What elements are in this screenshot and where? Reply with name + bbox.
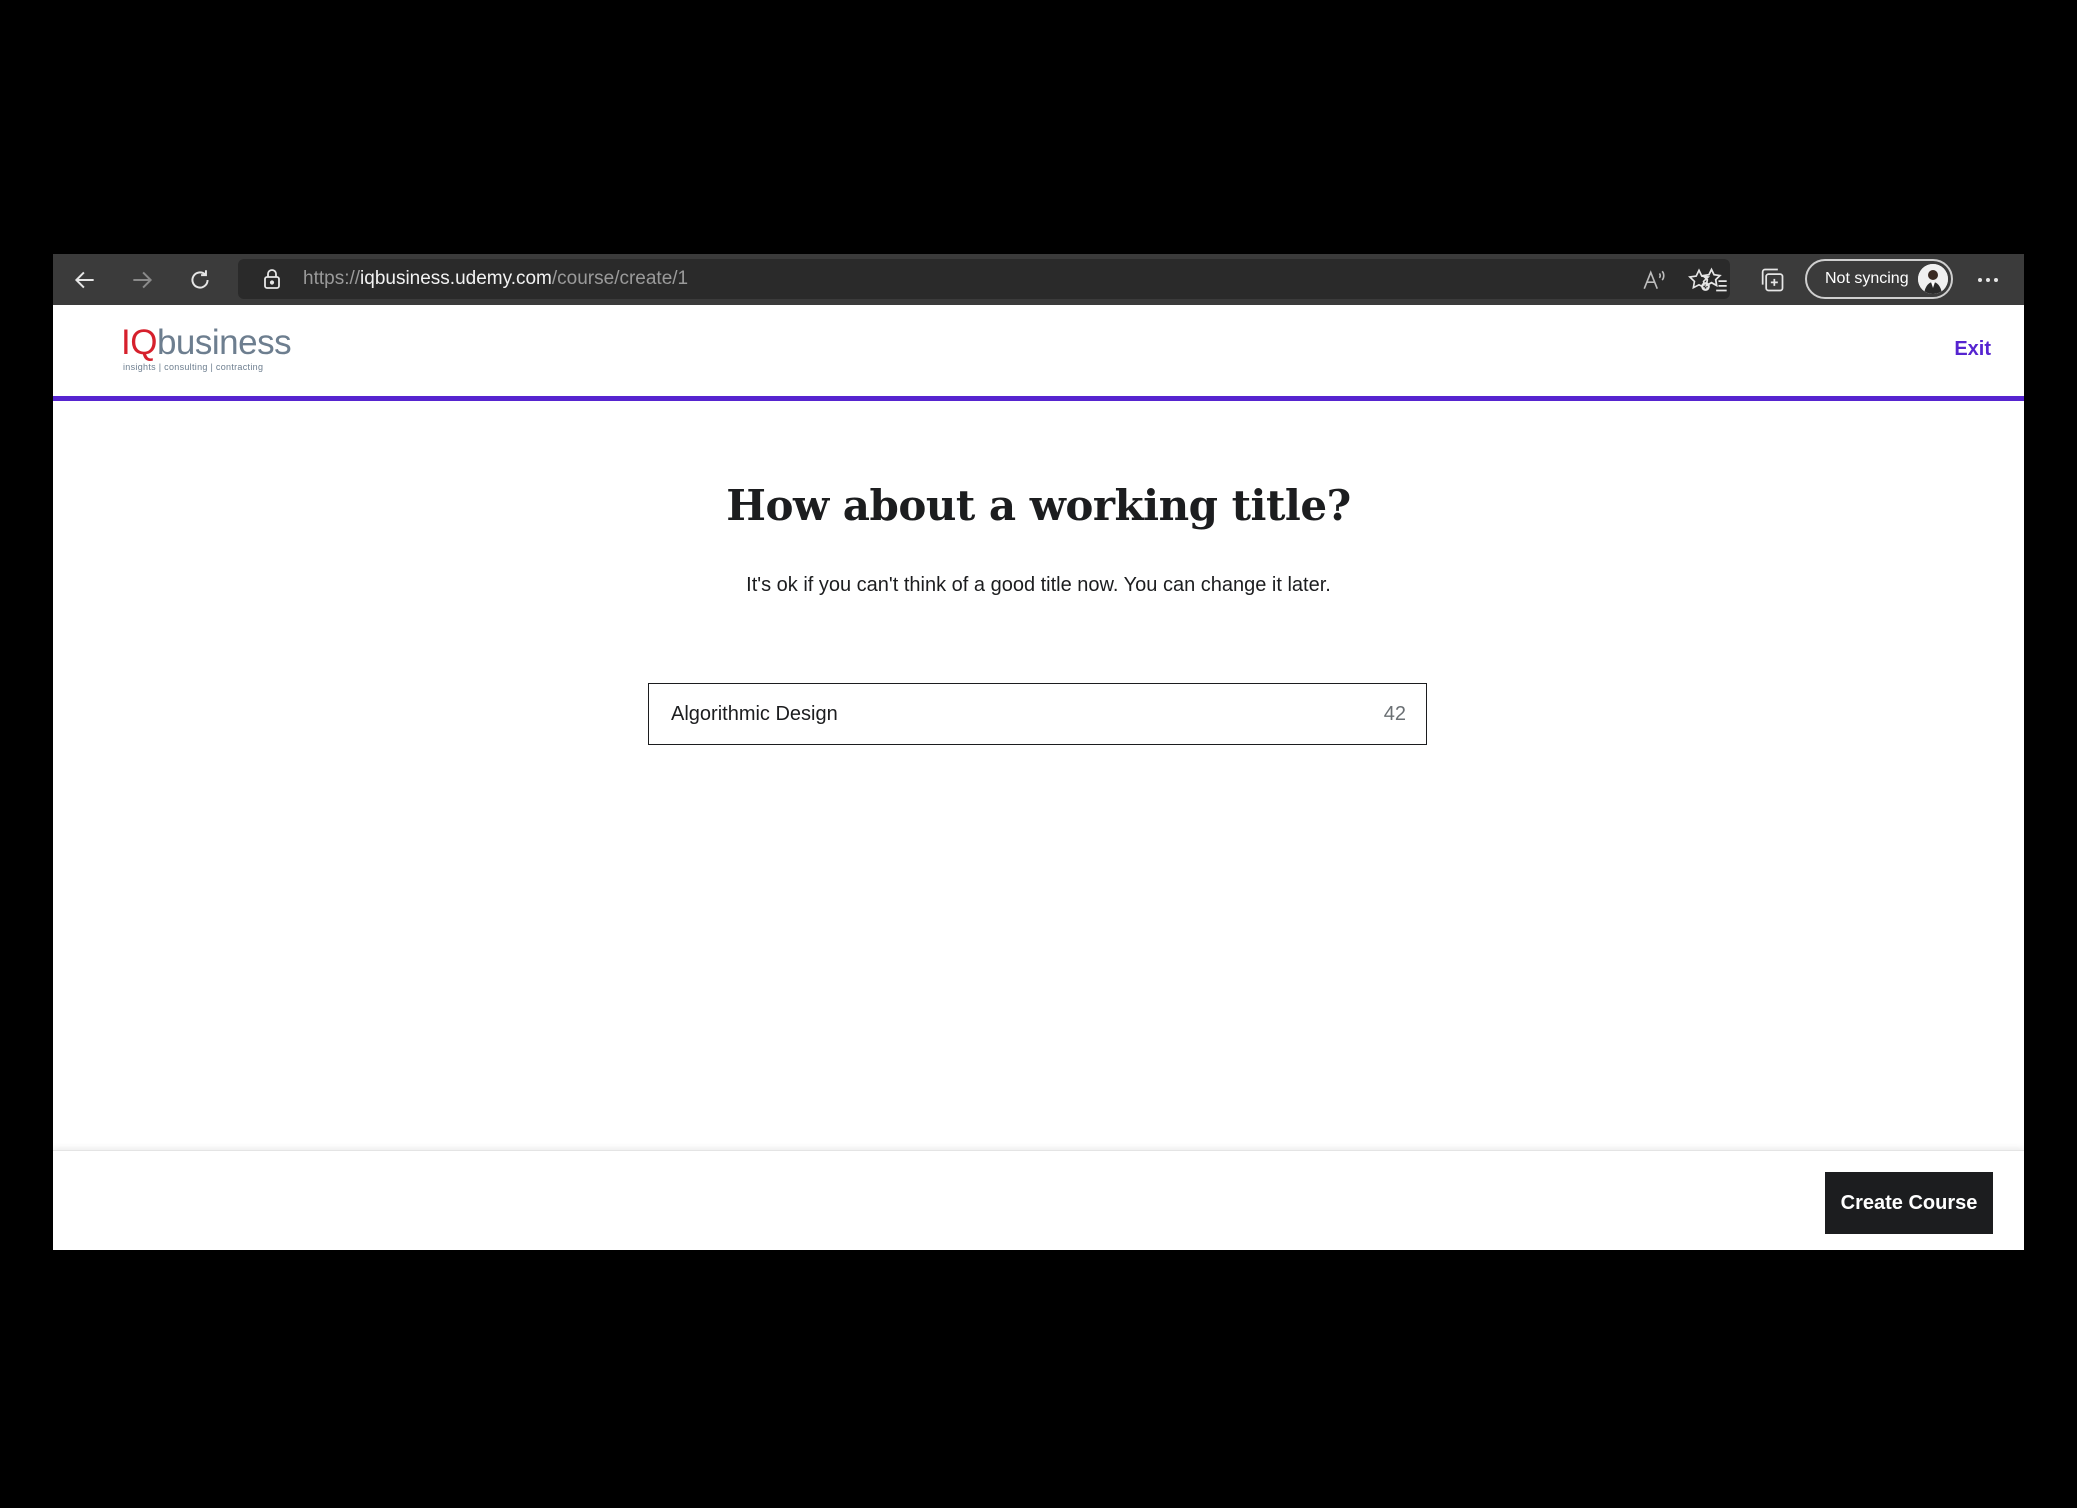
course-title-field[interactable]: 42: [648, 683, 1427, 745]
url-path: /course/create/1: [551, 268, 689, 289]
address-bar[interactable]: https://iqbusiness.udemy.com/course/crea…: [238, 259, 1730, 299]
exit-link[interactable]: Exit: [1954, 338, 1991, 361]
refresh-icon: [191, 270, 209, 289]
site-header: IQbusiness insights | consulting | contr…: [53, 305, 2024, 401]
more-options-icon[interactable]: [1973, 266, 2003, 294]
read-aloud-icon[interactable]: [1641, 267, 1667, 293]
browser-toolbar: https://iqbusiness.udemy.com/course/crea…: [53, 254, 2024, 305]
avatar: [1918, 264, 1948, 294]
character-counter: 42: [1383, 703, 1406, 725]
user-photo-icon: [1918, 264, 1948, 294]
profile-label: Not syncing: [1825, 270, 1909, 287]
arrow-right-icon: [133, 271, 153, 289]
course-title-input[interactable]: [649, 684, 1351, 744]
profile-button[interactable]: Not syncing: [1805, 259, 1953, 299]
logo-business: business: [156, 323, 292, 362]
create-course-button[interactable]: Create Course: [1825, 1172, 1993, 1234]
logo-iq: IQ: [121, 323, 157, 362]
main-content: How about a working title? It's ok if yo…: [53, 401, 2024, 1150]
forward-button[interactable]: [124, 262, 160, 298]
arrow-left-icon: [74, 271, 94, 289]
refresh-button[interactable]: [182, 262, 218, 298]
logo-tagline: insights | consulting | contracting: [123, 362, 264, 372]
url-scheme: https://: [303, 268, 361, 289]
url-host: iqbusiness.udemy.com: [360, 268, 552, 289]
logo-wordmark: IQbusiness: [121, 323, 292, 362]
back-button[interactable]: [67, 262, 103, 298]
lock-icon[interactable]: [260, 267, 284, 291]
url-text[interactable]: https://iqbusiness.udemy.com/course/crea…: [303, 259, 688, 299]
collections-icon[interactable]: [1758, 266, 1786, 294]
footer-bar: Create Course: [53, 1150, 2024, 1250]
page-subtitle: It's ok if you can't think of a good tit…: [746, 574, 1331, 596]
page-title: How about a working title?: [726, 481, 1351, 530]
browser-window: https://iqbusiness.udemy.com/course/crea…: [53, 254, 2024, 1250]
favorites-icon[interactable]: [1701, 266, 1729, 294]
iqbusiness-logo[interactable]: IQbusiness insights | consulting | contr…: [121, 323, 292, 373]
